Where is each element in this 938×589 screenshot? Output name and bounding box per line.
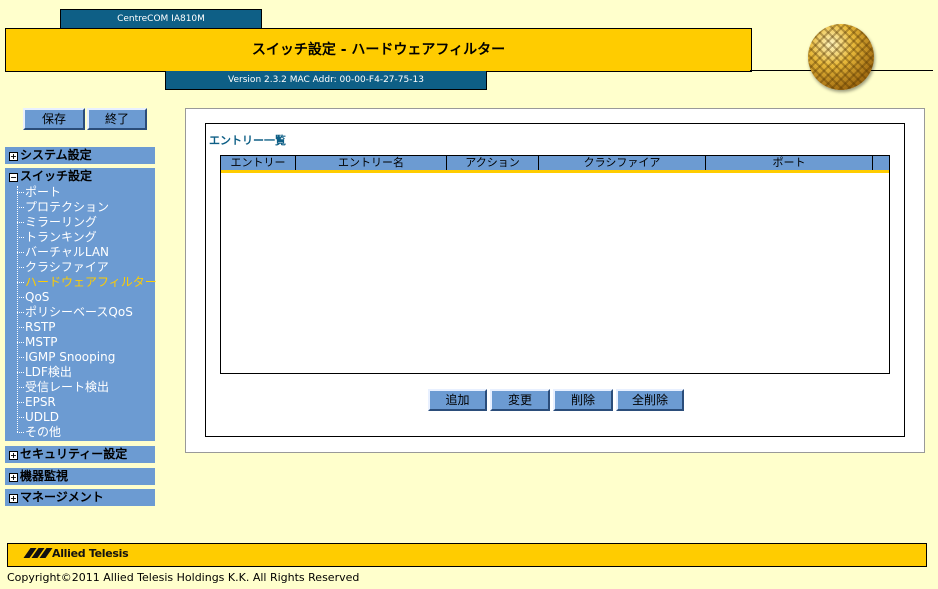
sidebar-item-classifier[interactable]: クラシファイア xyxy=(17,260,109,275)
menu-system-label: システム設定 xyxy=(20,148,92,162)
sidebar-item-policy-qos[interactable]: ポリシーベースQoS xyxy=(17,305,133,320)
globe-logo-icon xyxy=(808,24,874,90)
sidebar-item-rstp[interactable]: RSTP xyxy=(17,320,56,335)
allied-telesis-logo: Allied Telesis xyxy=(23,547,129,561)
model-tab: CentreCOM IA810M xyxy=(60,9,262,29)
menu-switch-settings[interactable]: − スイッチ設定 xyxy=(5,168,155,185)
collapse-icon: − xyxy=(9,173,18,182)
sidebar-item-trunking[interactable]: トランキング xyxy=(17,230,97,245)
sidebar-item-mirroring[interactable]: ミラーリング xyxy=(17,215,97,230)
logo-text: Allied Telesis xyxy=(52,547,129,560)
save-button[interactable]: 保存 xyxy=(23,108,85,130)
sidebar-item-hardware-filter[interactable]: ハードウェアフィルター xyxy=(17,275,157,290)
column-action: アクション xyxy=(447,156,539,170)
column-classifier: クラシファイア xyxy=(539,156,706,170)
column-entry-name: エントリー名 xyxy=(296,156,447,170)
menu-security-label: セキュリティー設定 xyxy=(20,447,128,461)
allied-telesis-mark-icon xyxy=(23,548,53,558)
menu-monitor-label: 機器監視 xyxy=(20,469,69,483)
delete-all-button[interactable]: 全削除 xyxy=(616,389,684,411)
entry-table[interactable]: エントリー エントリー名 アクション クラシファイア ポート xyxy=(220,155,890,374)
column-port: ポート xyxy=(706,156,873,170)
table-header: エントリー エントリー名 アクション クラシファイア ポート xyxy=(221,156,889,173)
page-title: スイッチ設定 - ハードウェアフィルター xyxy=(5,28,752,72)
sidebar-item-port[interactable]: ポート xyxy=(17,185,61,200)
menu-security-settings[interactable]: + セキュリティー設定 xyxy=(5,446,155,463)
sidebar-item-rx-rate[interactable]: 受信レート検出 xyxy=(17,380,109,395)
sidebar-item-igmp-snooping[interactable]: IGMP Snooping xyxy=(17,350,115,365)
entry-list-title: エントリー一覧 xyxy=(209,134,286,147)
edit-button[interactable]: 変更 xyxy=(490,389,550,411)
version-info: Version 2.3.2 MAC Addr: 00-00-F4-27-75-1… xyxy=(165,71,487,90)
footer-bar xyxy=(7,543,927,567)
sidebar-item-epsr[interactable]: EPSR xyxy=(17,395,56,410)
menu-management-label: マネージメント xyxy=(20,490,104,504)
expand-icon: + xyxy=(9,473,18,482)
add-button[interactable]: 追加 xyxy=(428,389,487,411)
sidebar-item-qos[interactable]: QoS xyxy=(17,290,49,305)
sidebar-item-ldf[interactable]: LDF検出 xyxy=(17,365,72,380)
exit-button[interactable]: 終了 xyxy=(87,108,147,130)
sidebar-item-vlan[interactable]: バーチャルLAN xyxy=(17,245,109,260)
menu-system-settings[interactable]: + システム設定 xyxy=(5,147,155,164)
menu-device-monitor[interactable]: + 機器監視 xyxy=(5,468,155,485)
sidebar-item-other[interactable]: その他 xyxy=(17,425,61,440)
expand-icon: + xyxy=(9,494,18,503)
expand-icon: + xyxy=(9,152,18,161)
column-entry: エントリー xyxy=(221,156,296,170)
sidebar-item-udld[interactable]: UDLD xyxy=(17,410,59,425)
sidebar-item-protection[interactable]: プロテクション xyxy=(17,200,109,215)
expand-icon: + xyxy=(9,451,18,460)
delete-button[interactable]: 削除 xyxy=(553,389,613,411)
menu-management[interactable]: + マネージメント xyxy=(5,489,155,506)
sidebar-item-mstp[interactable]: MSTP xyxy=(17,335,58,350)
copyright-text: Copyright©2011 Allied Telesis Holdings K… xyxy=(7,571,360,584)
column-scroll-spacer xyxy=(873,156,889,170)
menu-switch-label: スイッチ設定 xyxy=(20,169,93,183)
